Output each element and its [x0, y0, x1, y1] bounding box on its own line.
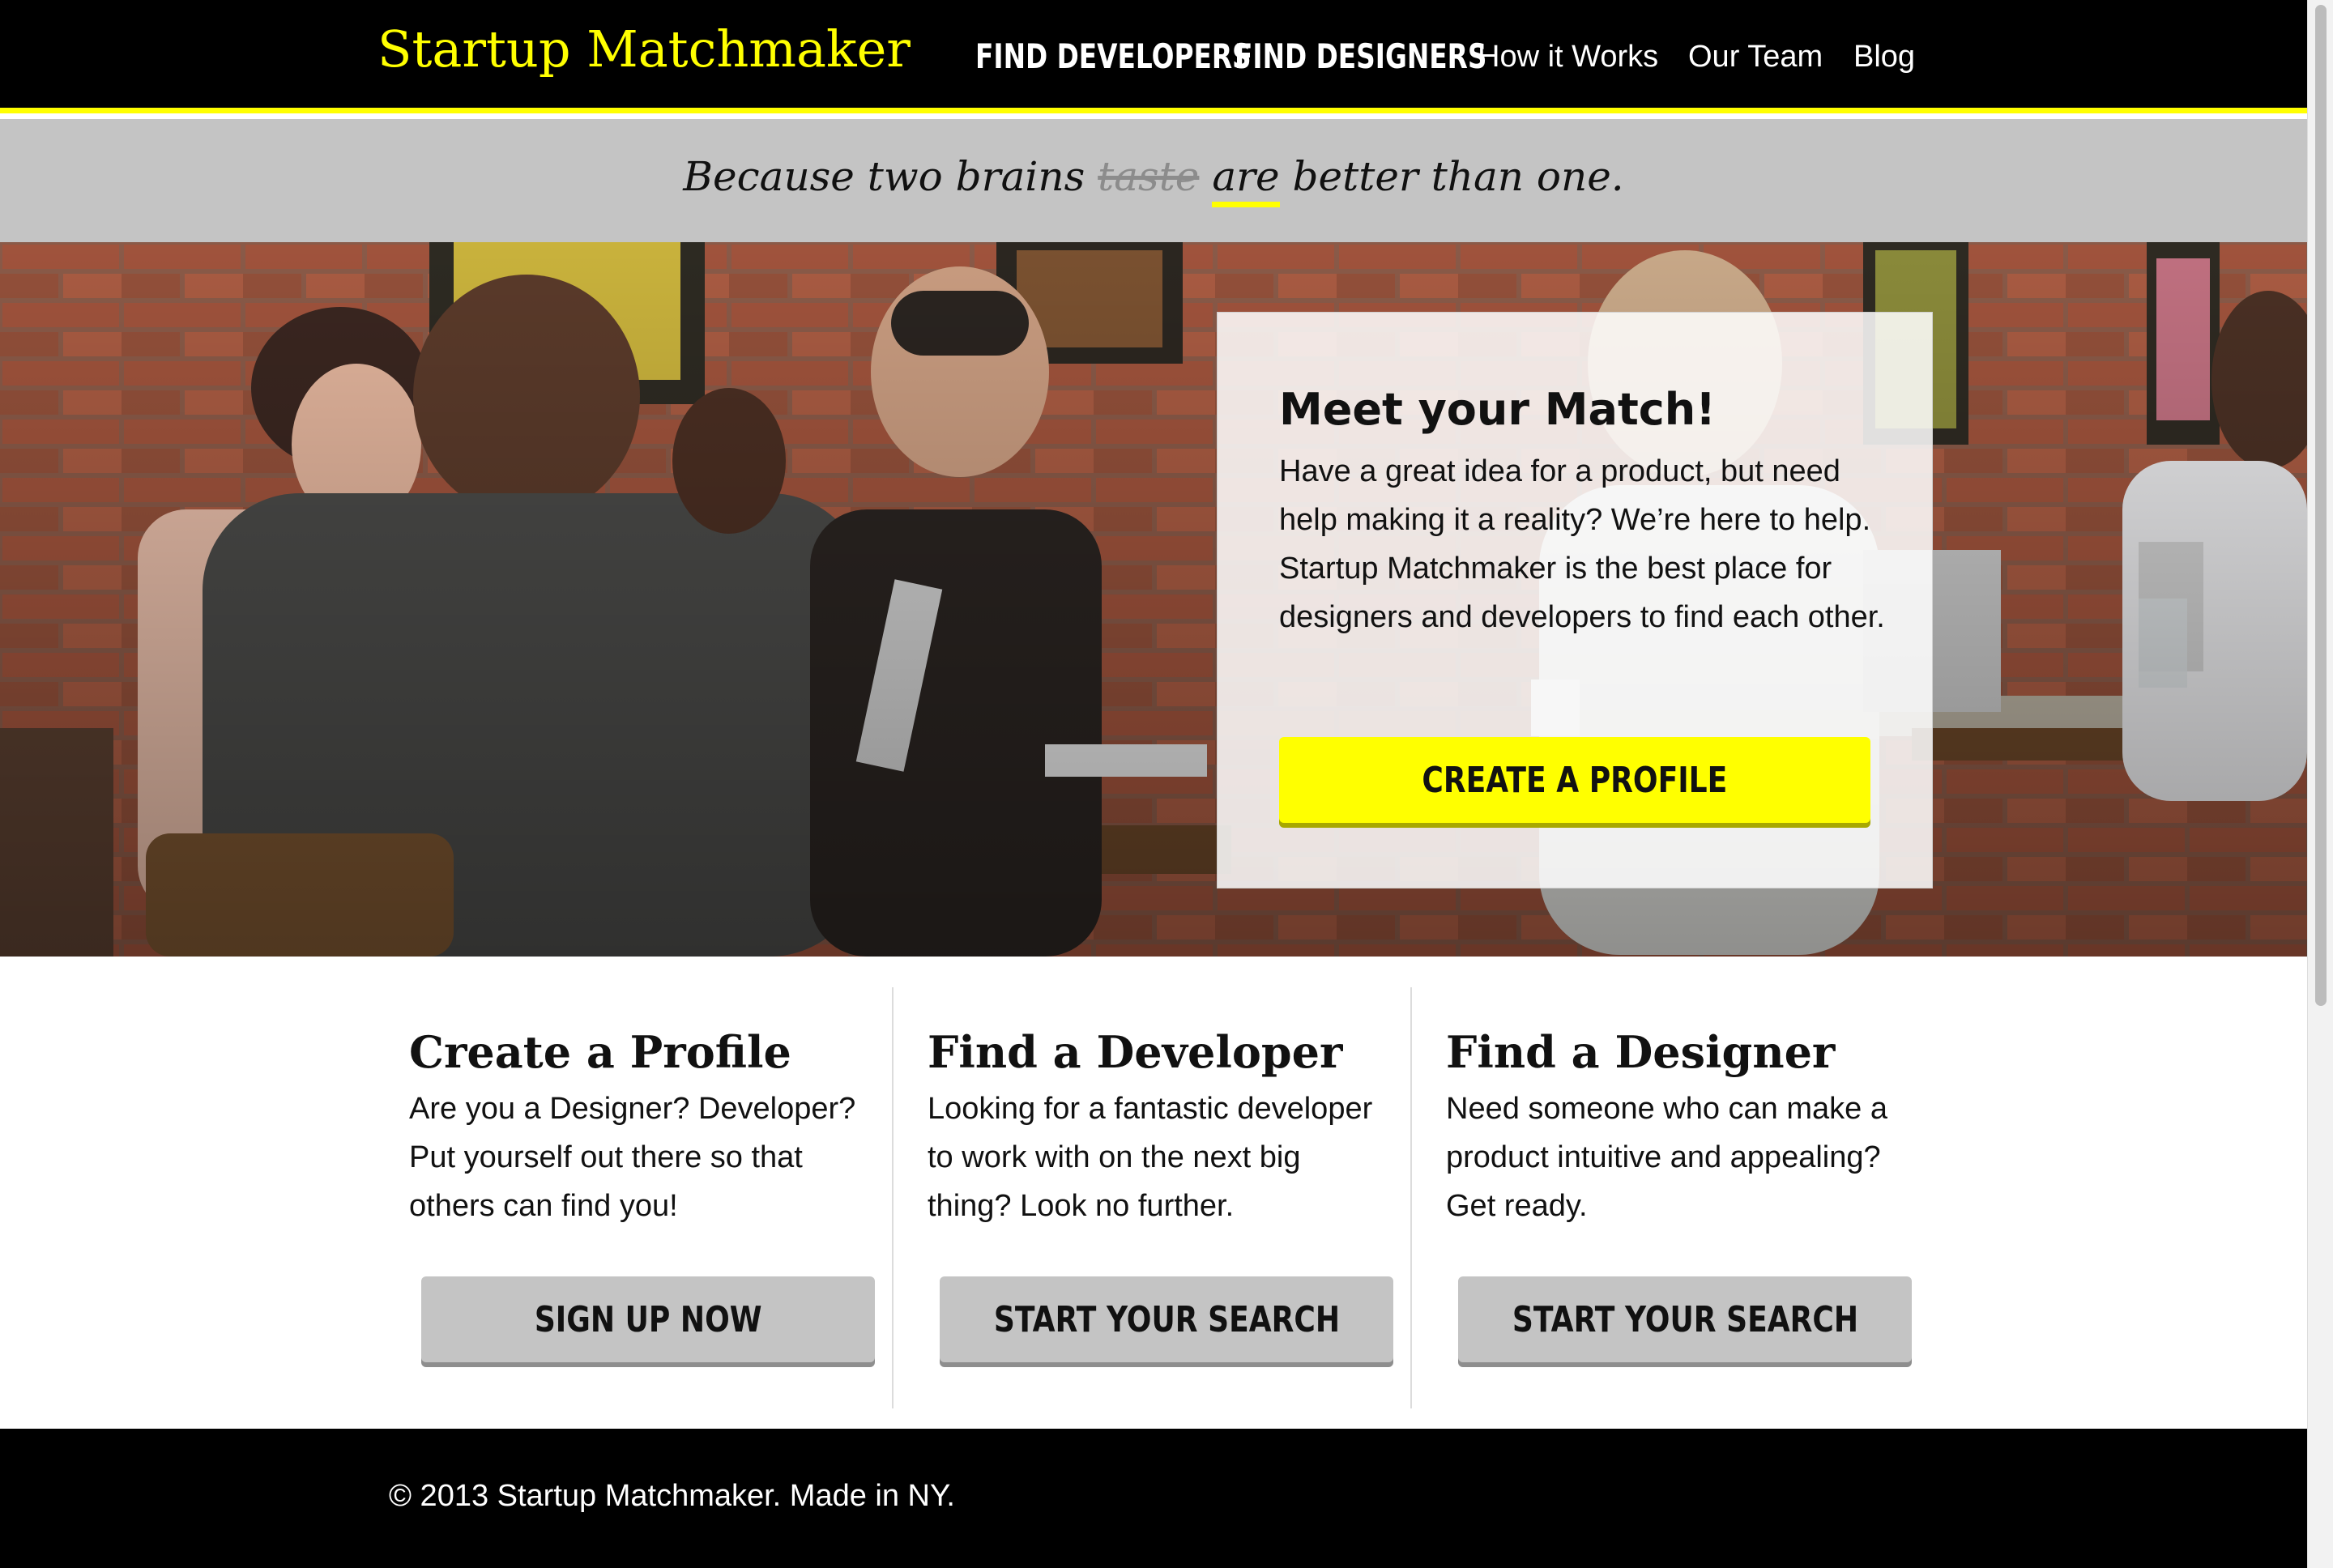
features-section: Create a Profile Are you a Designer? Dev…: [0, 957, 2307, 1429]
feature-title: Find a Developer: [928, 1026, 1343, 1078]
hero-section: Meet your Match! Have a great idea for a…: [0, 242, 2307, 957]
nav-our-team[interactable]: Our Team: [1688, 36, 1823, 78]
sign-up-now-button[interactable]: SIGN UP NOW: [421, 1276, 875, 1362]
tagline-start: Because two brains: [683, 153, 1085, 200]
start-search-designer-label: START YOUR SEARCH: [1512, 1298, 1858, 1340]
tagline-struck-word: taste: [1098, 153, 1200, 200]
footer-copyright: © 2013 Startup Matchmaker. Made in NY.: [389, 1479, 955, 1513]
feature-description: Need someone who can make a product intu…: [1446, 1092, 1887, 1223]
nav-find-designers[interactable]: FIND DESIGNERS: [1235, 36, 1486, 78]
feature-title: Find a Designer: [1446, 1026, 1836, 1078]
column-divider: [1410, 987, 1412, 1408]
top-navigation: Startup Matchmaker FIND DEVELOPERS FIND …: [0, 0, 2307, 113]
footer: © 2013 Startup Matchmaker. Made in NY.: [0, 1429, 2307, 1568]
tagline: Because two brains taste are better than…: [0, 153, 2307, 207]
create-profile-button[interactable]: CREATE A PROFILE: [1279, 737, 1870, 823]
hero-background-photo: [0, 242, 2307, 957]
scrollbar-thumb[interactable]: [2315, 5, 2327, 1006]
nav-blog[interactable]: Blog: [1853, 36, 1915, 78]
match-card-description: Have a great idea for a product, but nee…: [1279, 454, 1885, 634]
column-divider: [892, 987, 894, 1408]
tagline-highlight-word: are: [1212, 153, 1280, 207]
feature-description: Looking for a fantastic developer to wor…: [928, 1092, 1373, 1223]
start-search-developer-button[interactable]: START YOUR SEARCH: [940, 1276, 1393, 1362]
feature-description: Are you a Designer? Developer? Put yours…: [409, 1092, 856, 1223]
nav-how-it-works[interactable]: How it Works: [1478, 36, 1658, 78]
start-search-developer-label: START YOUR SEARCH: [993, 1298, 1340, 1340]
tagline-end: better than one.: [1292, 153, 1624, 200]
tagline-bar: Because two brains taste are better than…: [0, 119, 2307, 242]
meet-your-match-card: Meet your Match! Have a great idea for a…: [1217, 312, 1933, 888]
brand-logo-link[interactable]: Startup Matchmaker: [377, 19, 911, 79]
create-profile-label: CREATE A PROFILE: [1422, 759, 1728, 801]
sign-up-now-label: SIGN UP NOW: [534, 1298, 762, 1340]
nav-find-developers[interactable]: FIND DEVELOPERS: [975, 36, 1252, 78]
match-card-title: Meet your Match!: [1279, 384, 1716, 435]
vertical-scrollbar[interactable]: [2307, 0, 2333, 1568]
feature-title: Create a Profile: [409, 1026, 791, 1078]
start-search-designer-button[interactable]: START YOUR SEARCH: [1458, 1276, 1912, 1362]
